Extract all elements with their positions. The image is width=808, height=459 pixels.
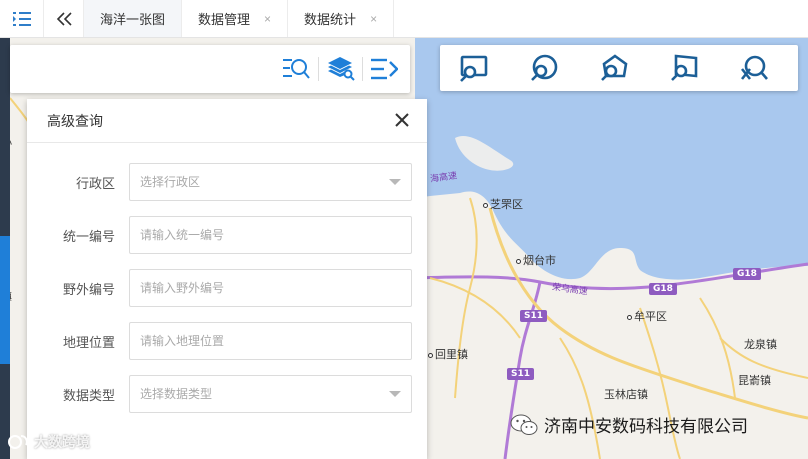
rect-select-icon[interactable]: [456, 52, 492, 84]
toolbar-divider: [362, 57, 363, 81]
list-search-icon[interactable]: [280, 53, 312, 85]
box-select-icon[interactable]: [666, 52, 702, 84]
road-5: [454, 197, 478, 399]
panel-title: 高级查询: [47, 112, 103, 129]
field-id-input[interactable]: [129, 269, 412, 307]
location-input[interactable]: [129, 322, 412, 360]
side-strip-accent: [0, 236, 10, 364]
watermark-left: 大数跨境: [8, 432, 90, 452]
place-zhifu: 芝罘区: [483, 196, 523, 212]
data-type-select[interactable]: 选择数据类型: [129, 375, 412, 413]
place-kunyu: 昆嵛镇: [738, 374, 771, 387]
panel-header: 高级查询: [27, 99, 427, 143]
tab-data-statistics[interactable]: 数据统计 ×: [288, 0, 395, 37]
tab-label: 数据统计: [304, 12, 357, 27]
tab-label: 数据管理: [198, 12, 251, 27]
field-row-location: 地理位置: [27, 322, 427, 360]
list-expand-icon[interactable]: [368, 53, 400, 85]
field-label: 地理位置: [62, 335, 115, 350]
road-shield-s11: S11: [520, 310, 548, 322]
field-label: 统一编号: [62, 229, 115, 244]
clear-select-icon[interactable]: [736, 52, 772, 84]
menu-indent-icon[interactable]: [0, 0, 44, 37]
close-icon[interactable]: [393, 111, 411, 129]
select-placeholder: 选择行政区: [140, 175, 201, 189]
district-select[interactable]: 选择行政区: [129, 163, 412, 201]
tab-bar: 海洋一张图 数据管理 × 数据统计 ×: [0, 0, 808, 38]
tab-close-icon[interactable]: ×: [370, 12, 377, 26]
tab-label: 海洋一张图: [100, 12, 166, 27]
field-label: 数据类型: [62, 388, 115, 403]
field-row-district: 行政区 选择行政区: [27, 163, 427, 201]
tab-ocean-map[interactable]: 海洋一张图: [84, 0, 183, 37]
field-row-field-id: 野外编号: [27, 269, 427, 307]
road-shield-s11: S11: [507, 368, 535, 380]
chevron-down-icon: [389, 391, 401, 397]
chevron-down-icon: [389, 179, 401, 185]
road-shield-g18: G18: [733, 268, 761, 280]
place-huili: 回里镇: [428, 346, 468, 362]
layer-search-icon[interactable]: [325, 53, 357, 85]
watermark-right: 济南中安数码科技有限公司: [510, 412, 748, 437]
field-label: 行政区: [75, 176, 115, 191]
circle-select-icon[interactable]: [526, 52, 562, 84]
road-2: [429, 277, 521, 339]
place-yantai: 烟台市: [516, 252, 556, 268]
double-chevron-left-icon[interactable]: [44, 0, 84, 37]
road-shield-g18: G18: [649, 283, 677, 295]
place-longquan: 龙泉镇: [744, 338, 777, 351]
place-yulindian: 玉林店镇: [604, 388, 648, 401]
road-6: [559, 337, 601, 459]
tab-close-icon[interactable]: ×: [264, 12, 271, 26]
polygon-select-icon[interactable]: [596, 52, 632, 84]
unified-id-input[interactable]: [129, 216, 412, 254]
watermark-logo-icon: [8, 435, 28, 449]
spatial-select-toolbar: [440, 45, 798, 91]
toolbar-divider: [318, 57, 319, 81]
select-placeholder: 选择数据类型: [140, 387, 213, 401]
side-strip: [0, 38, 10, 459]
field-row-unified-id: 统一编号: [27, 216, 427, 254]
advanced-query-panel: 高级查询 行政区 选择行政区 统一编号 野外编号 地理位置 数据类型 选择数据类…: [27, 99, 427, 459]
wechat-icon: [510, 414, 538, 435]
place-muping: 牟平区: [627, 308, 667, 324]
tab-data-management[interactable]: 数据管理 ×: [182, 0, 289, 37]
field-label: 野外编号: [62, 282, 115, 297]
query-toolbar: [10, 45, 410, 93]
field-row-data-type: 数据类型 选择数据类型: [27, 375, 427, 413]
